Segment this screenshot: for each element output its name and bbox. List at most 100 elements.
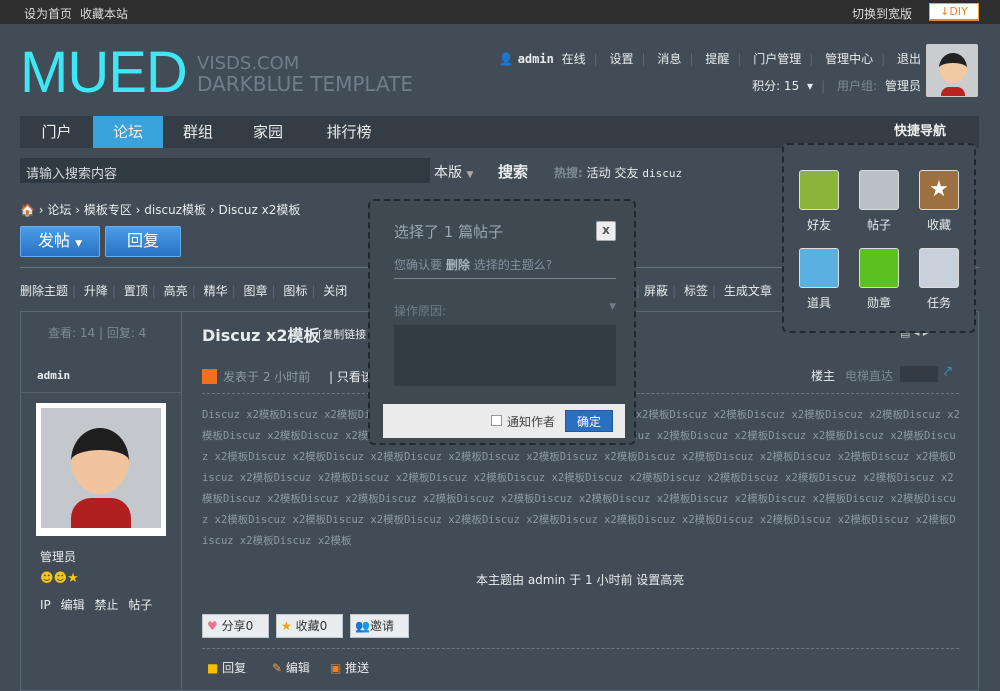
hot-link[interactable]: 活动	[587, 166, 611, 180]
push-link[interactable]: ▣ 推送	[330, 659, 369, 676]
breadcrumb-item[interactable]: 论坛	[47, 203, 71, 217]
author-icon	[202, 369, 217, 384]
reply-link[interactable]: ■ 回复	[207, 659, 246, 676]
breadcrumb-item[interactable]: Discuz x2模板	[218, 203, 300, 217]
rank-stars-icon: ☻☻★	[40, 571, 79, 586]
posts-link[interactable]: 帖子	[128, 598, 152, 612]
ip-link[interactable]: IP	[40, 598, 51, 612]
hot-searches: 热搜: 活动 交友 discuz	[554, 166, 683, 180]
mod-icon[interactable]: 图标	[283, 284, 307, 298]
home-icon[interactable]: 🏠	[20, 203, 35, 217]
group-value: 管理员	[884, 79, 921, 93]
go-icon[interactable]: ⤤	[944, 364, 952, 380]
edit-user-link[interactable]: 编辑	[61, 598, 85, 612]
quick-medals[interactable]: 勋章	[859, 248, 899, 311]
group-label: 用户组:	[836, 79, 877, 93]
search-button[interactable]: 搜索	[498, 161, 528, 182]
mod-tags[interactable]: 标签	[684, 284, 708, 298]
points-menu[interactable]: 积分: 15 ▾	[748, 79, 813, 93]
favorite-button[interactable]: ★ 收藏0	[276, 614, 343, 638]
post-time: 发表于 2 小时前	[223, 370, 311, 384]
checkbox-icon	[919, 248, 959, 288]
breadcrumb: 🏠 › 论坛 › 模板专区 › discuz模板 › Discuz x2模板	[20, 203, 301, 217]
search-scope-select[interactable]: 本版 ▼	[434, 162, 473, 182]
nav-ranking[interactable]: 排行榜	[303, 116, 395, 148]
quick-favorites[interactable]: ★ 收藏	[919, 170, 959, 233]
dialog-footer: 通知作者 确定	[383, 404, 625, 438]
ban-link[interactable]: 禁止	[94, 598, 118, 612]
nav-forum[interactable]: 论坛	[93, 116, 163, 148]
mod-sticky[interactable]: 置顶	[124, 284, 148, 298]
only-author-link[interactable]: | 只看该	[329, 368, 373, 385]
diy-button[interactable]: ↓DIY	[929, 3, 979, 21]
chat-icon	[859, 170, 899, 210]
nav-home[interactable]: 家园	[233, 116, 303, 148]
logout-link[interactable]: 退出	[897, 52, 921, 66]
star-icon: ★	[281, 619, 292, 633]
divider	[20, 392, 182, 393]
mod-digest[interactable]: 精华	[204, 284, 228, 298]
online-status: 在线	[561, 52, 586, 66]
author-group: 管理员	[40, 550, 77, 564]
thread-title: Discuz x2模板	[202, 326, 320, 345]
bookmark-link[interactable]: 收藏本站	[80, 5, 128, 22]
push-icon: ▣	[330, 661, 342, 675]
author-name[interactable]: admin	[37, 369, 70, 382]
share-button[interactable]: ♥ 分享0	[202, 614, 269, 638]
mod-block[interactable]: 屏蔽	[644, 284, 668, 298]
quick-nav-panel: 好友 帖子 ★ 收藏 道具 勋章 任务	[782, 143, 976, 333]
mod-stamp[interactable]: 图章	[243, 284, 267, 298]
breadcrumb-item[interactable]: 模板专区	[84, 203, 132, 217]
wand-icon	[799, 248, 839, 288]
reply-button[interactable]: 回复	[105, 226, 181, 257]
mod-close[interactable]: 关闭	[323, 284, 347, 298]
edit-link[interactable]: ✎ 编辑	[272, 659, 310, 676]
messages-link[interactable]: 消息	[657, 52, 681, 66]
quick-friends[interactable]: 好友	[799, 170, 839, 233]
set-home-link[interactable]: 设为首页	[24, 5, 72, 22]
mod-bump[interactable]: 升降	[84, 284, 108, 298]
mod-delete[interactable]: 删除主题	[20, 284, 68, 298]
reason-select[interactable]: 操作原因: ▼	[394, 302, 616, 319]
close-icon[interactable]: x	[596, 221, 616, 241]
portal-admin-link[interactable]: 门户管理	[753, 52, 801, 66]
reason-textarea[interactable]	[394, 325, 616, 386]
search-input[interactable]: 请输入搜索内容	[20, 158, 430, 183]
notify-checkbox[interactable]	[491, 415, 502, 426]
settings-link[interactable]: 设置	[610, 52, 634, 66]
people-icon: 👥	[355, 619, 370, 633]
mod-highlight[interactable]: 高亮	[164, 284, 188, 298]
username-link[interactable]: admin	[518, 52, 554, 66]
admin-center-link[interactable]: 管理中心	[825, 52, 873, 66]
breadcrumb-item[interactable]: discuz模板	[144, 203, 206, 217]
floor-label: 楼主	[811, 369, 836, 383]
notices-link[interactable]: 提醒	[705, 52, 729, 66]
mod-article[interactable]: 生成文章	[724, 284, 772, 298]
moderation-bar-right: | 屏蔽 | 标签 | 生成文章	[636, 284, 772, 298]
nav-portal[interactable]: 门户	[20, 116, 93, 148]
quick-posts[interactable]: 帖子	[859, 170, 899, 233]
reply-icon: ■	[207, 661, 219, 675]
moderation-note: 本主题由 admin 于 1 小时前 设置高亮	[476, 573, 685, 587]
new-post-button[interactable]: 发帖 ▼	[20, 226, 100, 257]
logo-subtitle: VISDS.COM DARKBLUE TEMPLATE	[197, 53, 413, 96]
quick-magic[interactable]: 道具	[799, 248, 839, 311]
divider	[394, 278, 616, 279]
quick-tasks[interactable]: 任务	[919, 248, 959, 311]
author-avatar[interactable]	[36, 403, 166, 536]
hot-link[interactable]: 交友	[614, 166, 638, 180]
hot-link[interactable]: discuz	[642, 167, 682, 180]
copy-link[interactable]: [复制链接	[318, 326, 366, 342]
notify-label: 通知作者	[507, 415, 556, 429]
switch-wide-link[interactable]: 切换到宽版	[852, 5, 912, 22]
top-bar: 设为首页 收藏本站 切换到宽版 ↓DIY	[0, 0, 1000, 24]
invite-button[interactable]: 👥邀请	[350, 614, 409, 638]
nav-groups[interactable]: 群组	[163, 116, 233, 148]
user-points: 积分: 15 ▾ | 用户组: 管理员	[744, 77, 925, 94]
header-avatar[interactable]	[926, 44, 978, 97]
floor-jump-input[interactable]	[900, 366, 938, 382]
logo[interactable]: MUED	[20, 44, 188, 102]
confirm-button[interactable]: 确定	[565, 410, 613, 432]
confirm-text: 您确认要 删除 选择的主题么?	[394, 258, 553, 272]
pencil-icon: ✎	[272, 661, 283, 675]
